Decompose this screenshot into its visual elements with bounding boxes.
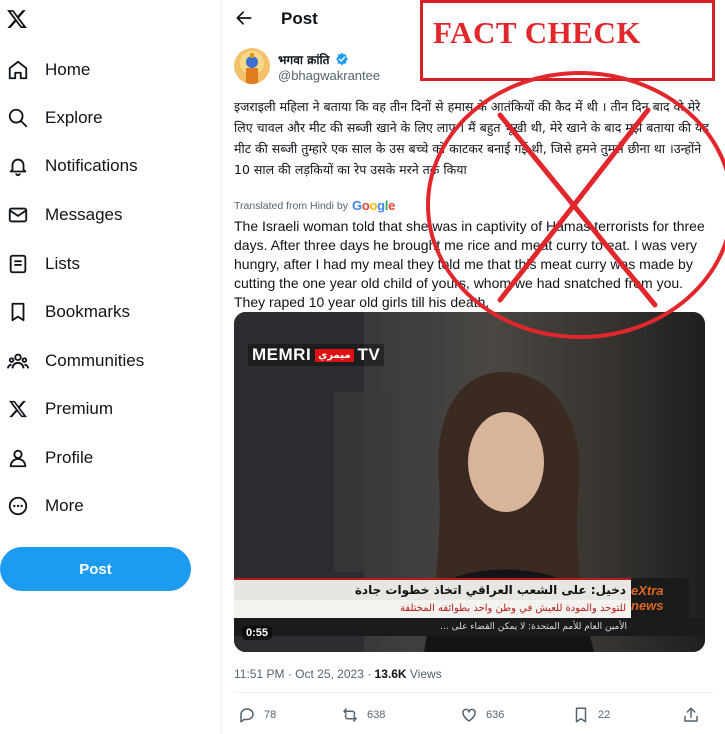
views-label: Views	[409, 667, 442, 681]
post-date[interactable]: Oct 25, 2023	[295, 667, 364, 681]
repost-button[interactable]: 638	[341, 706, 385, 724]
bookmark-icon	[572, 706, 590, 724]
channel-logo: MEMRI ميمري TV	[248, 344, 385, 366]
post-meta: 11:51 PM · Oct 25, 2023 · 13.6K Views	[234, 667, 442, 681]
sidebar-item-notifications[interactable]: Notifications	[6, 149, 138, 183]
sidebar: Home Explore Notifications Messages List…	[0, 0, 222, 734]
ticker-sub-text: للتوحد والمودة للعيش في وطن واحد بطوائفه…	[400, 603, 626, 614]
sidebar-item-label: Bookmarks	[45, 302, 131, 321]
x-logo-icon	[6, 397, 30, 421]
avatar[interactable]	[234, 48, 270, 84]
news-ticker: دخيل: على الشعب العراقي اتخاذ خطوات جادة…	[234, 578, 705, 636]
author-name[interactable]: भगवा क्रांति	[278, 51, 329, 68]
ticker-bottom-text: الأمين العام للأمم المتحدة: لا يمكن القض…	[440, 622, 627, 632]
share-button[interactable]	[682, 706, 708, 724]
post-actions: 78 638 636 22	[234, 706, 714, 728]
ticker-sub: للتوحد والمودة للعيش في وطن واحد بطوائفه…	[234, 600, 634, 618]
search-icon	[6, 106, 30, 130]
back-arrow-icon[interactable]	[234, 8, 256, 30]
post-text-translation: The Israeli woman told that she was in c…	[234, 218, 705, 310]
reply-icon	[238, 706, 256, 724]
more-circle-icon	[6, 494, 30, 518]
sidebar-item-premium[interactable]: Premium	[6, 392, 113, 426]
bell-icon	[6, 154, 30, 178]
post-text-original: इजराइली महिला ने बताया कि वह तीन दिनों स…	[234, 99, 709, 177]
video-duration: 0:55	[242, 626, 273, 640]
post-detail: Post भगवा क्रांति @bhagwakrantee इजराइली…	[222, 0, 725, 734]
sidebar-item-label: Premium	[45, 399, 114, 418]
reply-count: 78	[264, 709, 277, 721]
sidebar-item-label: More	[45, 496, 84, 515]
video-player[interactable]: MEMRI ميمري TV دخيل: على الشعب العراقي اتخ…	[234, 312, 705, 652]
author-handle[interactable]: @bhagwakrantee	[278, 68, 380, 83]
translation-attribution: Translated from Hindi by Google	[234, 198, 395, 213]
channel-badge: ميمري	[315, 349, 354, 363]
views-count: 13.6K	[374, 667, 407, 681]
bookmark-count: 22	[598, 709, 611, 721]
sidebar-item-label: Notifications	[45, 156, 138, 175]
verified-badge-icon	[335, 52, 349, 66]
sidebar-item-profile[interactable]: Profile	[6, 441, 93, 475]
divider	[234, 692, 715, 693]
ticker-bottom: الأمين العام للأمم المتحدة: لا يمكن القض…	[234, 618, 705, 636]
sidebar-item-label: Home	[45, 60, 91, 79]
sidebar-item-label: Explore	[45, 108, 103, 127]
bookmark-button[interactable]: 22	[572, 706, 610, 724]
sidebar-item-label: Communities	[45, 351, 145, 370]
translated-label: Translated from Hindi by	[234, 199, 348, 212]
bookmark-icon	[6, 300, 30, 324]
ticker-headline: دخيل: على الشعب العراقي اتخاذ خطوات جادة	[234, 578, 634, 600]
ticker-headline-text: دخيل: على الشعب العراقي اتخاذ خطوات جادة	[354, 583, 626, 597]
repost-icon	[341, 706, 359, 724]
people-icon	[6, 349, 30, 373]
sidebar-item-more[interactable]: More	[6, 489, 84, 523]
fact-check-label: FACT CHECK	[433, 15, 641, 50]
person-icon	[6, 446, 30, 470]
repost-count: 638	[367, 709, 386, 721]
network-logo: eXtra news	[631, 578, 689, 618]
page-title: Post	[281, 9, 318, 28]
sidebar-item-messages[interactable]: Messages	[6, 198, 122, 232]
fact-check-banner: FACT CHECK	[420, 0, 715, 81]
x-logo-icon[interactable]	[6, 8, 32, 34]
sidebar-item-communities[interactable]: Communities	[6, 344, 144, 378]
sidebar-item-lists[interactable]: Lists	[6, 247, 80, 281]
heart-icon	[460, 706, 478, 724]
google-logo: Google	[352, 198, 396, 213]
sidebar-item-explore[interactable]: Explore	[6, 101, 103, 135]
sidebar-item-home[interactable]: Home	[6, 53, 90, 87]
sidebar-item-label: Profile	[45, 448, 94, 467]
sidebar-item-label: Lists	[45, 254, 80, 273]
mail-icon	[6, 203, 30, 227]
home-icon	[6, 58, 30, 82]
share-icon	[682, 706, 700, 724]
post-time[interactable]: 11:51 PM	[234, 667, 284, 681]
like-button[interactable]: 636	[460, 706, 504, 724]
list-icon	[6, 252, 30, 276]
post-button[interactable]: Post	[0, 547, 191, 591]
reply-button[interactable]: 78	[238, 706, 276, 724]
like-count: 636	[486, 709, 505, 721]
sidebar-item-bookmarks[interactable]: Bookmarks	[6, 295, 130, 329]
sidebar-item-label: Messages	[45, 205, 123, 224]
